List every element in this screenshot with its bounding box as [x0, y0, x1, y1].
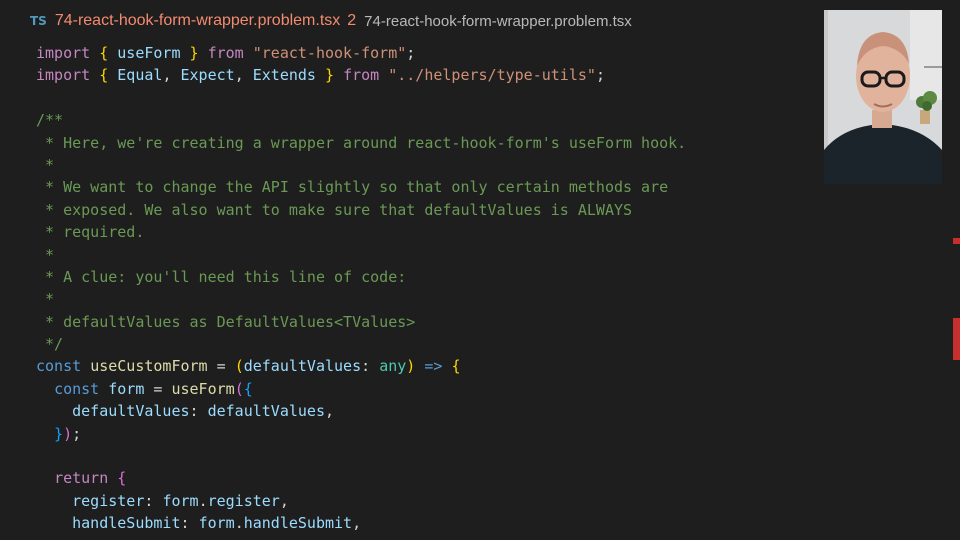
breadcrumb[interactable]: 74-react-hook-form-wrapper.problem.tsx	[364, 13, 632, 30]
code-line-const-form: const form = useForm({	[54, 379, 253, 398]
code-line-import-useform: import { useForm } from "react-hook-form…	[36, 44, 416, 62]
code-comment-line: *	[36, 290, 55, 309]
code-editor[interactable]: import { useForm } from "react-hook-form…	[36, 42, 686, 535]
code-line-handlesubmit: handleSubmit: form.handleSubmit,	[72, 514, 362, 533]
code-comment-line: *	[36, 245, 55, 264]
code-comment-line: /**	[36, 111, 64, 130]
presenter-webcam-video	[824, 10, 942, 184]
code-comment-line: */	[36, 335, 64, 354]
scrollbar-error-marker	[953, 238, 960, 244]
code-comment-line: * We want to change the API slightly so …	[36, 178, 669, 197]
code-line-usecustomform: const useCustomForm = (defaultValues: an…	[36, 357, 461, 376]
code-comment-line: *	[36, 155, 55, 174]
problem-count-badge: 2	[347, 12, 357, 29]
presenter-figure	[824, 10, 942, 184]
editor-tab-bar: TS 74-react-hook-form-wrapper.problem.ts…	[0, 0, 960, 42]
tab-file-name[interactable]: 74-react-hook-form-wrapper.problem.tsx	[55, 12, 340, 30]
code-line-import-helpers: import { Equal, Expect, Extends } from "…	[36, 66, 605, 85]
code-comment-line: * exposed. We also want to make sure tha…	[36, 200, 633, 219]
code-comment-line: * Here, we're creating a wrapper around …	[36, 133, 687, 152]
code-line-close-useform: });	[54, 424, 82, 443]
code-comment-line: * required.	[36, 223, 145, 242]
code-line-defaultvalues: defaultValues: defaultValues,	[72, 402, 335, 421]
scrollbar-error-marker	[953, 318, 960, 360]
code-line-register: register: form.register,	[72, 491, 289, 510]
code-line-return: return {	[54, 469, 127, 488]
code-comment-line: * A clue: you'll need this line of code:	[36, 267, 407, 286]
typescript-file-icon: TS	[30, 14, 47, 28]
code-comment-line: * defaultValues as DefaultValues<TValues…	[36, 312, 416, 331]
